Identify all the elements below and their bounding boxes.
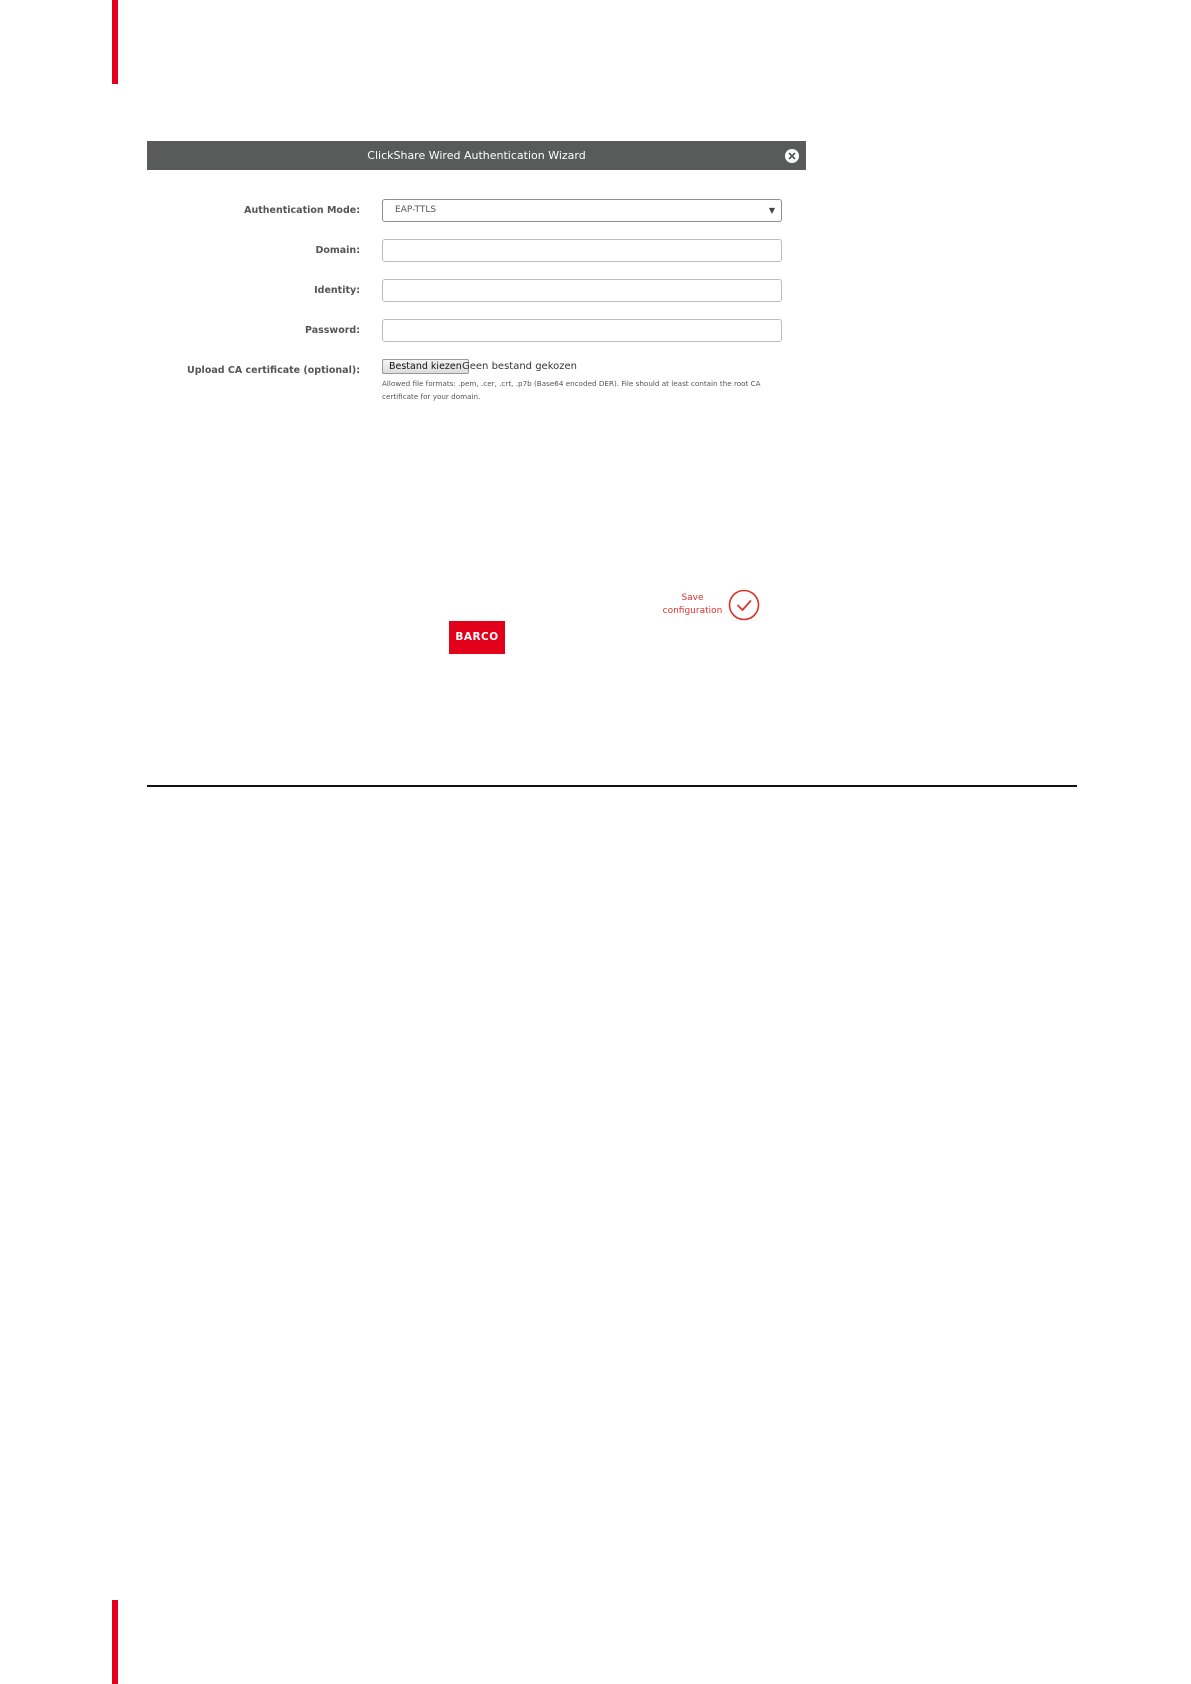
password-label: Password: — [304, 325, 360, 336]
password-input[interactable] — [382, 319, 782, 342]
barco-logo: BARCO — [449, 621, 505, 654]
upload-cert-label: Upload CA certificate (optional): — [187, 365, 360, 376]
wizard-header: ClickShare Wired Authentication Wizard — [147, 141, 806, 170]
page-accent-bar-bottom — [112, 1600, 118, 1684]
choose-file-button[interactable]: Bestand kiezen — [382, 359, 469, 374]
page-accent-bar-top — [112, 0, 118, 84]
identity-input[interactable] — [382, 279, 782, 302]
save-label-line1: Save — [681, 593, 704, 603]
domain-label: Domain: — [315, 245, 360, 256]
auth-mode-label: Authentication Mode: — [244, 205, 360, 216]
file-status-text: Geen bestand gekozen — [462, 361, 577, 372]
wizard-title: ClickShare Wired Authentication Wizard — [367, 149, 586, 162]
chevron-down-icon: ▼ — [768, 206, 775, 215]
check-circle-icon[interactable] — [728, 589, 760, 626]
domain-input[interactable] — [382, 239, 782, 262]
identity-label: Identity: — [314, 285, 360, 296]
auth-mode-value: EAP-TTLS — [395, 205, 437, 215]
file-format-help-text: Allowed file formats: .pem, .cer, .crt, … — [382, 379, 761, 401]
page-divider — [147, 785, 1077, 787]
auth-mode-select[interactable]: EAP-TTLS ▼ — [382, 199, 782, 222]
close-icon[interactable] — [785, 149, 799, 163]
save-label-line2: configuration — [662, 606, 723, 616]
save-configuration-label[interactable]: Save configuration — [655, 592, 730, 618]
